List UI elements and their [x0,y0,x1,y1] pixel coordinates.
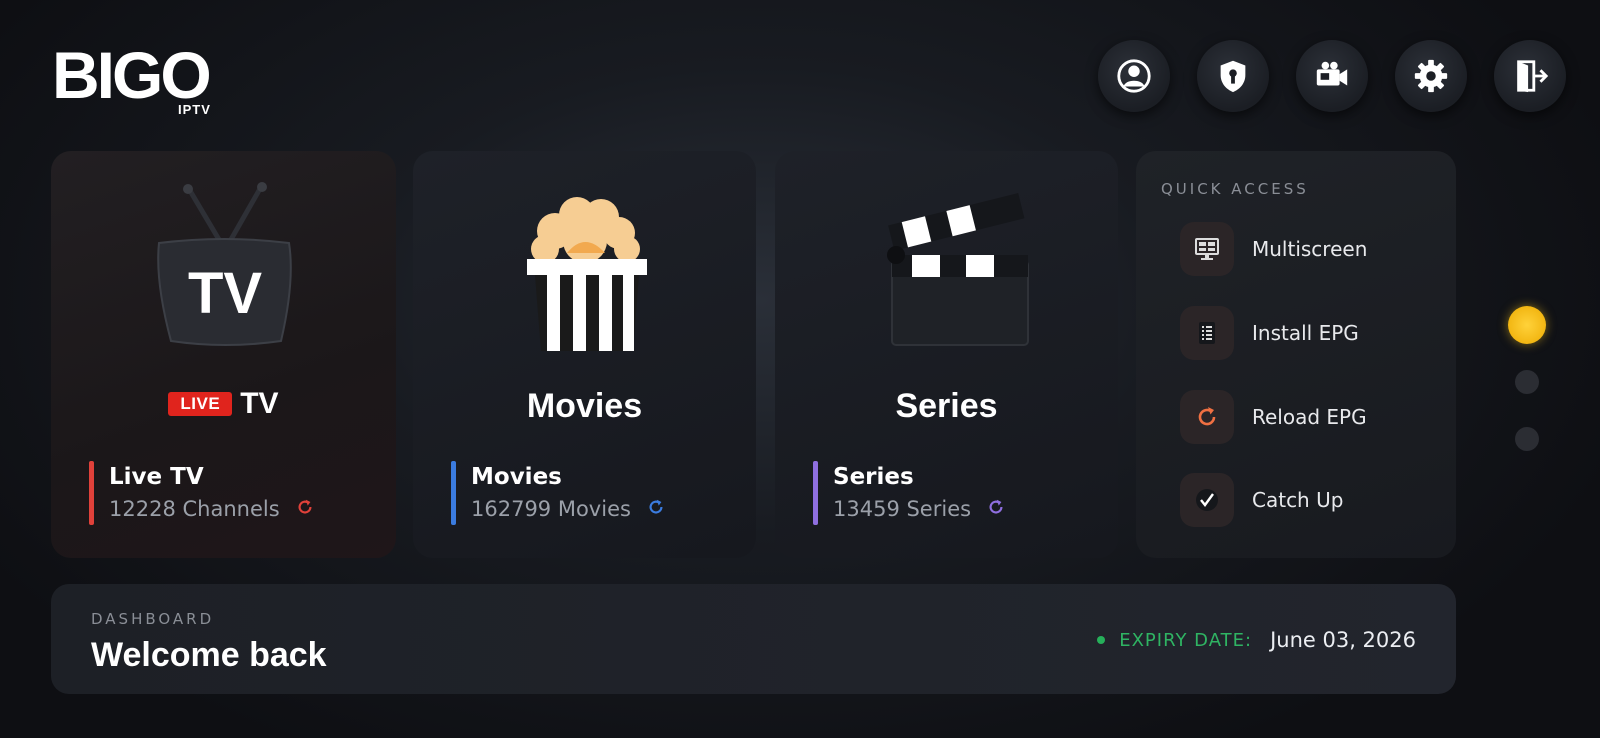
checkmark-icon [1180,473,1234,527]
profile-button[interactable] [1098,40,1170,112]
live-tv-name: Live TV [109,464,204,490]
video-camera-icon [1316,61,1348,86]
reload-icon[interactable] [987,498,1005,520]
movies-card[interactable]: Movies Movies 162799 Movies [413,151,756,558]
movies-title: Movies [526,387,643,425]
live-tv-card[interactable]: TV LIVE TV Live TV 12228 Channels [51,151,396,558]
series-name: Series [833,464,914,490]
expiry-info: EXPIRY DATE: June 03, 2026 [1097,628,1416,652]
multiscreen-icon [1180,222,1234,276]
page-dot-active[interactable] [1508,306,1546,344]
movies-name: Movies [471,464,562,490]
series-title: Series [895,387,998,425]
series-info: Series 13459 Series [813,461,1005,525]
app-logo: BIGO IPTV [52,42,232,122]
reload-icon[interactable] [296,498,314,520]
series-card[interactable]: Series Series 13459 Series [775,151,1118,558]
dashboard-label: DASHBOARD [91,610,215,628]
live-tv-info: Live TV 12228 Channels [89,461,314,525]
movies-count: 162799 Movies [471,497,631,521]
quick-item-reload-epg[interactable]: Reload EPG [1180,390,1367,444]
quick-item-label: Catch Up [1252,488,1344,512]
live-tv-art: TV [51,181,396,381]
series-count: 13459 Series [833,497,972,521]
live-tv-title: LIVE TV [51,387,396,421]
recordings-button[interactable] [1296,40,1368,112]
logout-button[interactable] [1494,40,1566,112]
quick-item-label: Multiscreen [1252,237,1368,261]
top-action-bar [1098,40,1566,112]
quick-item-install-epg[interactable]: Install EPG [1180,306,1359,360]
reload-icon[interactable] [647,498,665,520]
logout-icon [1517,60,1549,93]
expiry-date: June 03, 2026 [1270,628,1416,652]
vpn-button[interactable] [1197,40,1269,112]
welcome-text: Welcome back [91,636,327,674]
status-dot [1097,636,1106,644]
accent-bar [451,461,456,525]
dashboard-bar: DASHBOARD Welcome back EXPIRY DATE: June… [51,584,1456,694]
vpn-shield-icon [1220,60,1246,93]
quick-item-catch-up[interactable]: Catch Up [1180,473,1343,527]
movies-art [413,181,756,381]
quick-access-title: QUICK ACCESS [1161,180,1309,198]
page-dot[interactable] [1515,370,1539,394]
live-badge: LIVE [168,392,233,416]
tv-icon: TV [156,182,292,346]
page-dot[interactable] [1515,427,1539,451]
live-title-word: TV [240,387,279,420]
series-art [775,181,1118,381]
popcorn-icon [526,197,647,351]
settings-button[interactable] [1395,40,1467,112]
svg-text:TV: TV [187,261,261,326]
clapperboard-icon [886,193,1029,346]
accent-bar [89,461,94,525]
quick-item-multiscreen[interactable]: Multiscreen [1180,222,1367,276]
movies-info: Movies 162799 Movies [451,461,665,525]
accent-bar [813,461,818,525]
gear-icon [1414,59,1448,93]
profile-icon [1117,59,1151,93]
live-tv-count: 12228 Channels [109,497,280,521]
quick-item-label: Install EPG [1252,321,1359,345]
epg-list-icon [1180,306,1234,360]
logo-subtext: IPTV [178,102,211,117]
quick-access-panel: QUICK ACCESS Multiscreen Install EPG Rel… [1136,151,1456,558]
reload-icon [1180,390,1234,444]
logo-text: BIGO [52,38,212,112]
expiry-label: EXPIRY DATE: [1119,629,1253,651]
quick-item-label: Reload EPG [1252,405,1367,429]
